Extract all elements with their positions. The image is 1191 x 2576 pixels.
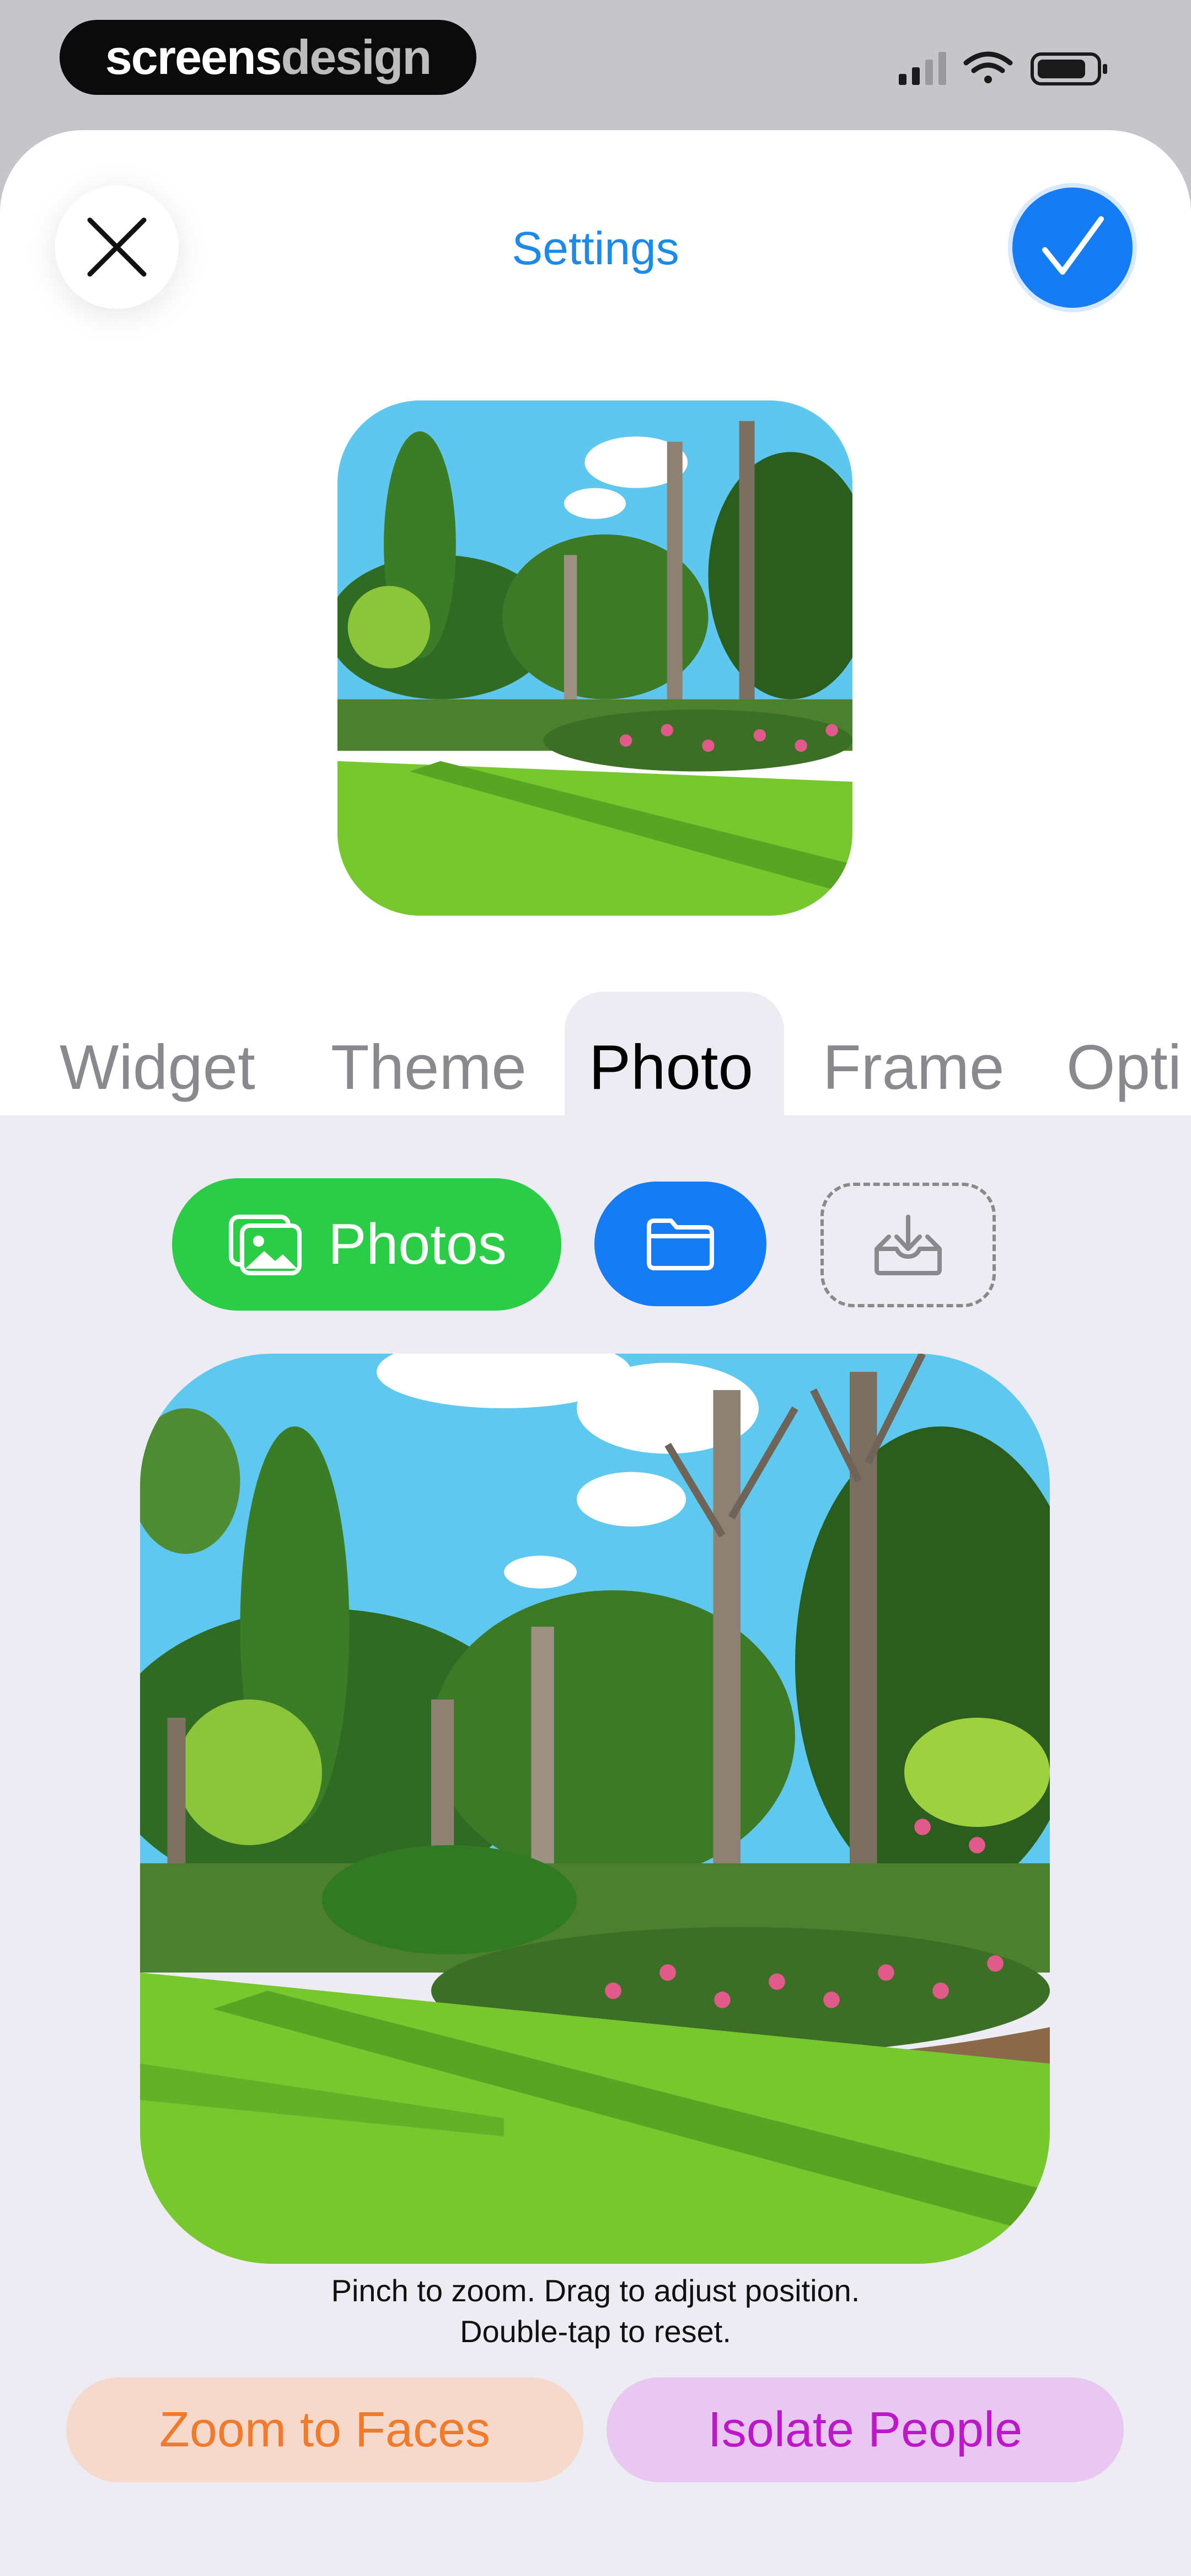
zoom-to-faces-button[interactable]: Zoom to Faces: [66, 2377, 583, 2482]
hint-line-2: Double-tap to reset.: [460, 2314, 731, 2349]
files-button[interactable]: [594, 1182, 766, 1306]
hint-line-1: Pinch to zoom. Drag to adjust position.: [331, 2273, 860, 2308]
garden-photo-thumbnail: [337, 400, 852, 916]
isolate-people-button[interactable]: Isolate People: [607, 2377, 1124, 2482]
tab-bar: Widget Theme Photo Frame Opti: [0, 992, 1191, 1124]
folder-icon: [647, 1218, 714, 1270]
photos-button[interactable]: Photos: [172, 1178, 561, 1311]
tab-theme[interactable]: Theme: [331, 1032, 527, 1104]
photos-label: Photos: [328, 1212, 507, 1276]
garden-photo: [140, 1354, 1050, 2264]
tab-photo[interactable]: Photo: [589, 1032, 753, 1104]
brand-logo: screens design: [60, 20, 476, 95]
photo-library-icon: [229, 1215, 302, 1275]
wifi-icon: [963, 51, 1013, 83]
tab-frame[interactable]: Frame: [823, 1032, 1004, 1104]
status-icons: [899, 49, 1119, 87]
tab-options[interactable]: Opti: [1066, 1032, 1182, 1104]
tab-widget[interactable]: Widget: [60, 1032, 255, 1104]
settings-sheet: Settings Widget Theme Photo Frame Opti P…: [0, 130, 1191, 2576]
close-button[interactable]: [55, 185, 179, 309]
tray-download-icon: [875, 1215, 942, 1275]
brand-primary: screens: [105, 30, 282, 84]
import-button[interactable]: [820, 1183, 996, 1307]
close-icon: [87, 217, 147, 277]
checkmark-icon: [1042, 216, 1104, 275]
widget-preview: [337, 400, 852, 916]
photo-crop-editor[interactable]: [140, 1354, 1050, 2264]
status-bar: screens design: [0, 0, 1191, 130]
confirm-button[interactable]: [1012, 188, 1133, 308]
page-title: Settings: [512, 222, 679, 274]
brand-secondary: design: [281, 30, 432, 84]
editor-hint: Pinch to zoom. Drag to adjust position. …: [154, 2270, 1037, 2352]
battery-icon: [1031, 52, 1107, 85]
signal-icon: [899, 52, 946, 85]
